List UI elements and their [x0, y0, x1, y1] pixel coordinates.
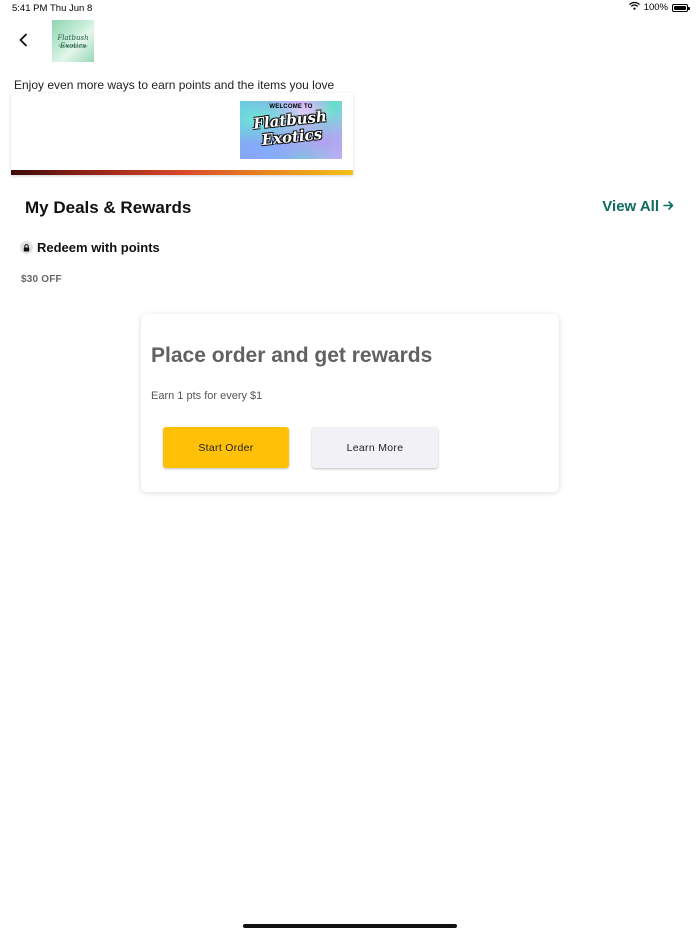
section-title: My Deals & Rewards [25, 198, 192, 217]
lock-icon [20, 241, 33, 254]
redeem-with-points-row[interactable]: Redeem with points [20, 240, 160, 255]
view-all-link[interactable]: View All [602, 198, 674, 215]
store-logo: Flatbush Exotics Smoke Vape Shop [52, 20, 94, 62]
wifi-icon [628, 1, 640, 13]
banner-image: WELCOME TO Flatbush Exotics [240, 101, 342, 159]
deal-value[interactable]: $30 OFF [21, 274, 62, 285]
learn-more-button[interactable]: Learn More [312, 427, 438, 468]
card-subtitle: Earn 1 pts for every $1 [151, 390, 263, 402]
rewards-card: Place order and get rewards Earn 1 pts f… [141, 314, 559, 492]
battery-percent: 100% [643, 2, 668, 13]
start-order-button[interactable]: Start Order [163, 427, 289, 468]
arrow-right-icon [663, 198, 674, 215]
intro-text: Enjoy even more ways to earn points and … [14, 78, 335, 92]
view-all-label: View All [602, 198, 659, 215]
status-date: Thu Jun 8 [50, 3, 93, 14]
home-indicator[interactable] [243, 924, 457, 928]
banner-brand-text: Flatbush Exotics [252, 107, 328, 150]
battery-icon [672, 3, 690, 12]
store-logo-subtitle: Smoke Vape Shop [58, 44, 88, 48]
chevron-left-icon [18, 33, 28, 52]
status-bar: 5:41 PM Thu Jun 8 100% [0, 0, 700, 18]
card-title: Place order and get rewards [151, 344, 433, 367]
status-indicators: 100% [628, 1, 690, 13]
redeem-label: Redeem with points [37, 240, 160, 255]
back-button[interactable] [14, 32, 32, 52]
status-time: 5:41 PM [12, 3, 48, 14]
banner-gradient-stripe [11, 170, 353, 175]
promo-banner[interactable]: WELCOME TO Flatbush Exotics [11, 93, 353, 175]
